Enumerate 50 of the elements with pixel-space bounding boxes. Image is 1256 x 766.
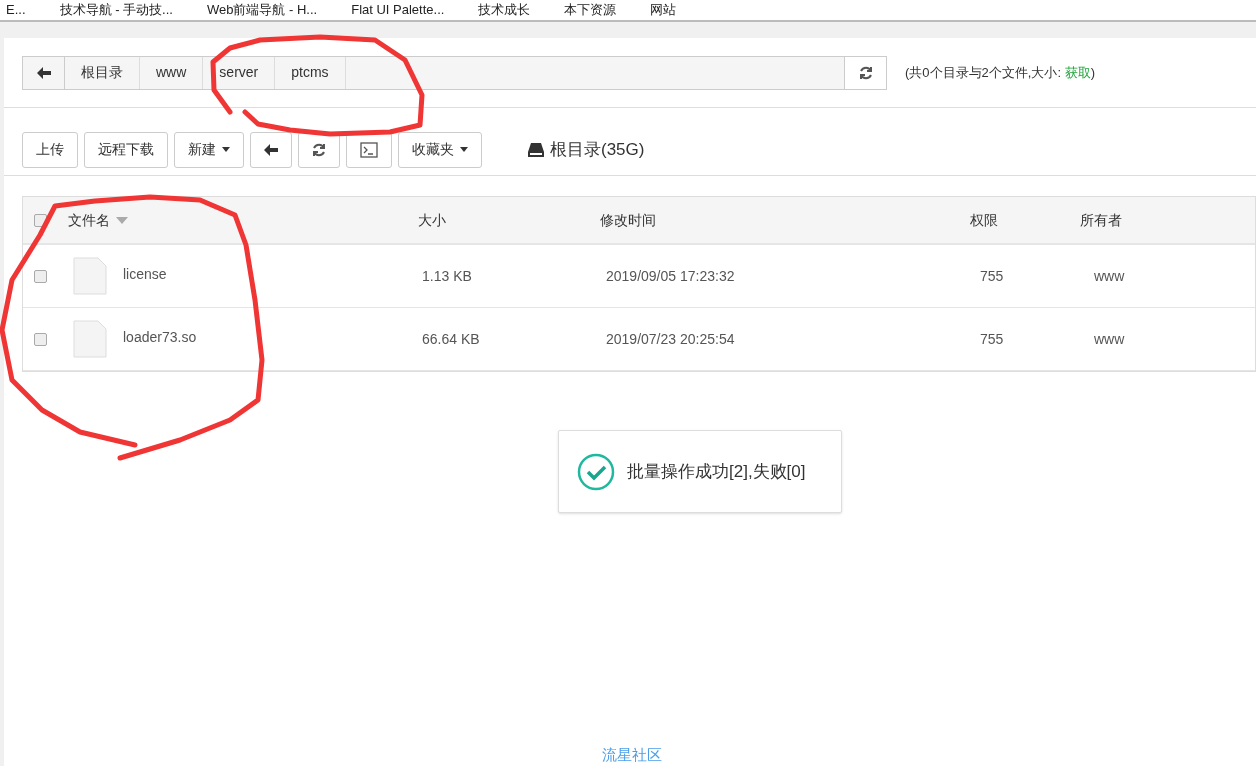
column-header[interactable]: 权限 xyxy=(970,209,998,231)
modified-time: 2019/09/05 17:23:32 xyxy=(606,267,735,284)
breadcrumb-item[interactable]: www xyxy=(140,56,204,89)
refresh-icon xyxy=(858,65,873,80)
breadcrumb-item[interactable]: ptcms xyxy=(275,56,346,89)
file-size: 1.13 KB xyxy=(422,267,472,284)
disk-label: 根目录(35G) xyxy=(550,138,645,161)
toolbar-button[interactable]: 上传 xyxy=(22,131,78,168)
back-button[interactable] xyxy=(250,131,292,168)
check-circle-icon xyxy=(577,452,615,491)
breadcrumb-item[interactable]: server xyxy=(203,56,276,89)
toolbar-button[interactable]: 远程下载 xyxy=(84,131,168,168)
bookmark-link[interactable]: 本下资源 xyxy=(564,2,617,18)
sort-icon xyxy=(116,216,128,224)
column-header[interactable]: 大小 xyxy=(418,209,446,231)
owner: www xyxy=(1094,330,1125,347)
permission: 755 xyxy=(980,267,1004,284)
bookmark-link[interactable]: 技术导航 - 手动技... xyxy=(59,2,173,18)
refresh-icon xyxy=(312,142,326,157)
bookmark-link[interactable]: 网站 xyxy=(650,2,677,18)
file-icon xyxy=(73,257,107,295)
column-header[interactable]: 文件名 xyxy=(68,209,110,231)
file-row[interactable]: license 1.13 KB 2019/09/05 17:23:32 755 www xyxy=(23,245,1255,308)
back-arrow-icon xyxy=(264,143,278,156)
bookmark-link[interactable]: Web前端导航 - H... xyxy=(206,2,318,18)
bookmark-link[interactable]: E... xyxy=(6,2,26,18)
column-header[interactable]: 所有者 xyxy=(1080,209,1122,231)
file-size: 66.64 KB xyxy=(422,330,480,347)
file-row[interactable]: loader73.so 66.64 KB 2019/07/23 20:25:54 755 www xyxy=(23,308,1255,371)
terminal-icon xyxy=(360,141,378,158)
back-arrow-icon xyxy=(36,66,51,79)
dropdown-button[interactable]: 新建 xyxy=(174,131,244,168)
permission: 755 xyxy=(980,330,1004,347)
file-name[interactable]: loader73.so xyxy=(123,326,197,348)
bookmark-link[interactable]: 技术成长 xyxy=(478,2,531,18)
modified-time: 2019/07/23 20:25:54 xyxy=(606,330,735,347)
directory-summary: (共0个目录与2个文件,大小: 获取) xyxy=(905,63,1095,82)
file-name[interactable]: license xyxy=(123,263,167,285)
caret-icon xyxy=(460,147,468,152)
column-header[interactable]: 修改时间 xyxy=(600,209,656,231)
row-checkbox[interactable] xyxy=(34,269,47,283)
dropdown-button[interactable]: 收藏夹 xyxy=(398,131,482,168)
owner: www xyxy=(1094,267,1125,284)
bookmark-link[interactable]: Flat UI Palette... xyxy=(351,2,445,18)
file-icon xyxy=(73,320,107,358)
breadcrumb-item[interactable]: 根目录 xyxy=(65,56,140,89)
refresh-button[interactable] xyxy=(844,56,886,89)
toast-message: 批量操作成功[2],失败[0] xyxy=(627,460,806,483)
caret-icon xyxy=(222,147,230,152)
row-checkbox[interactable] xyxy=(34,332,47,346)
